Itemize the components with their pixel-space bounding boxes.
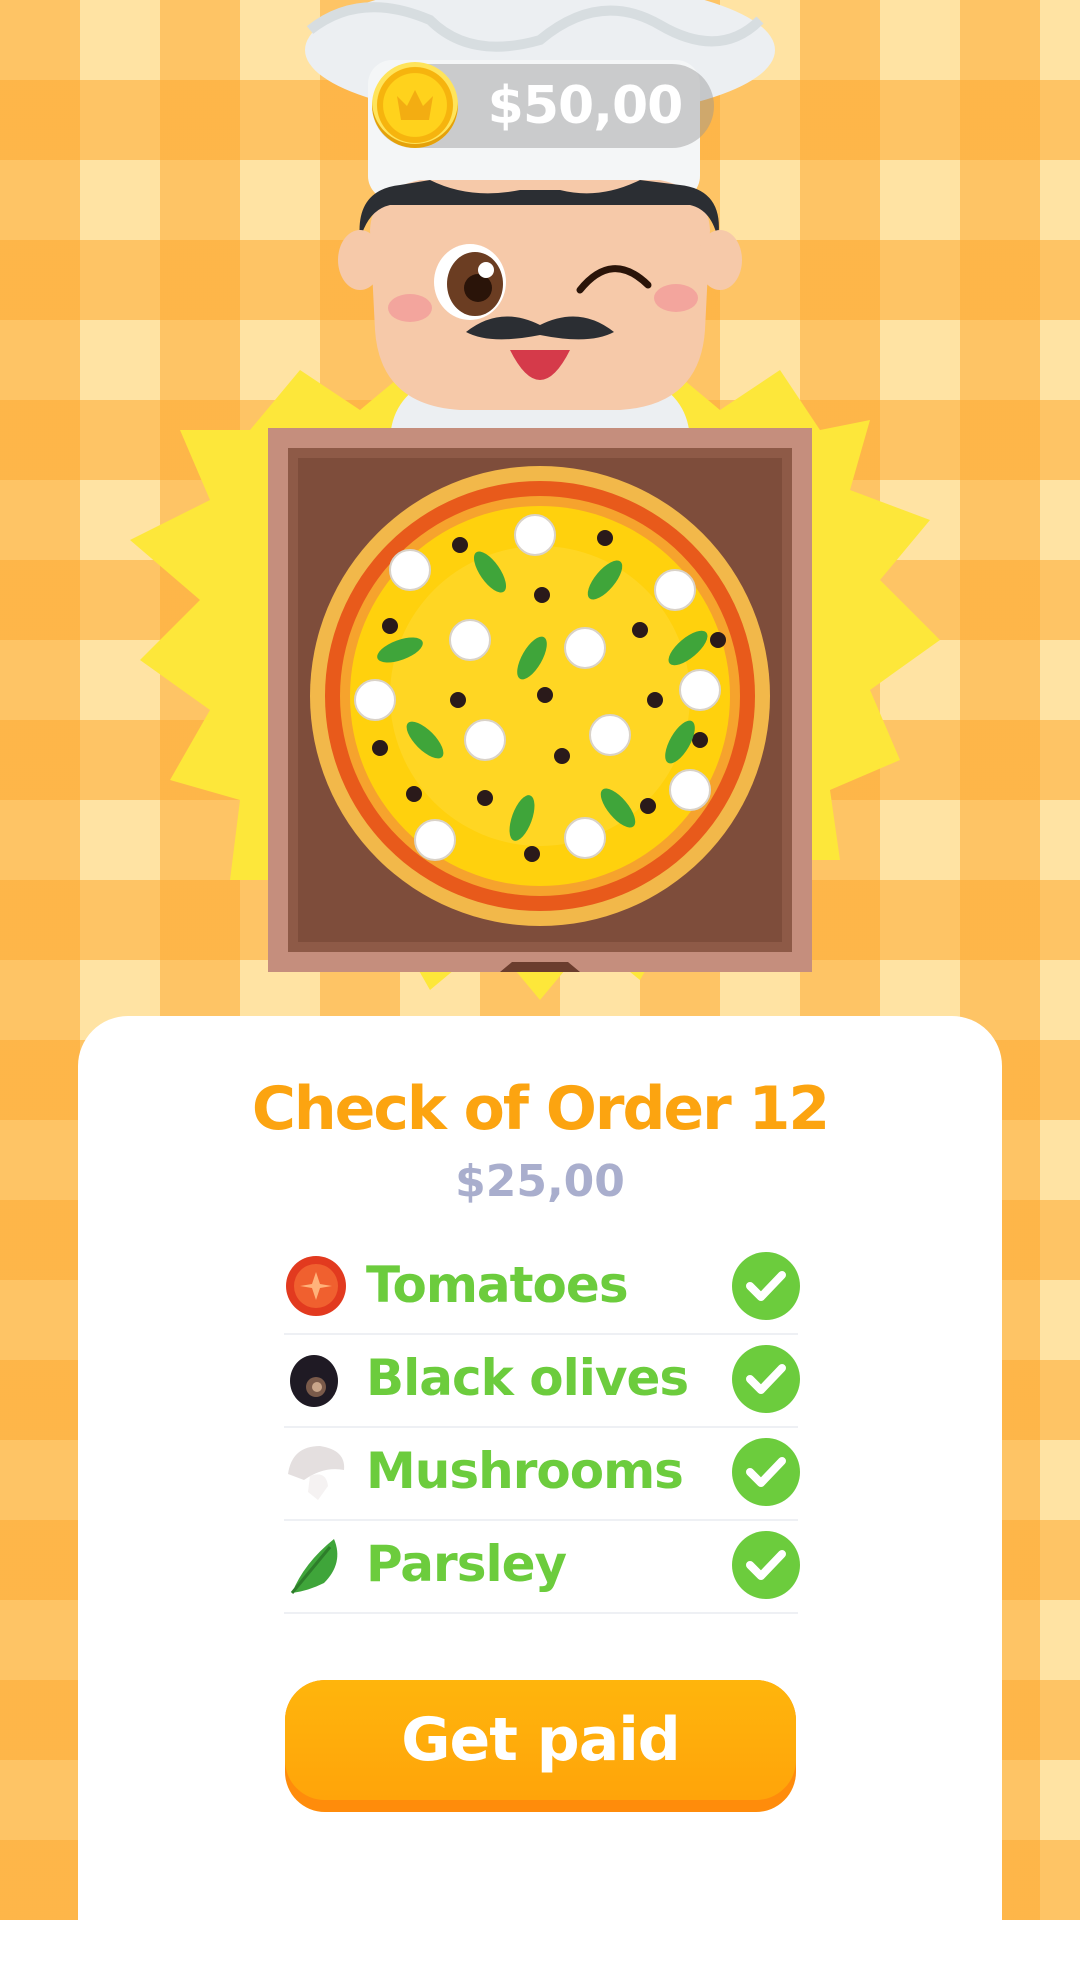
ingredient-label: Parsley — [366, 1535, 567, 1593]
ingredient-row-mushrooms: Mushrooms — [284, 1426, 800, 1521]
ingredient-row-tomatoes: Tomatoes — [284, 1240, 800, 1335]
check-icon — [732, 1345, 800, 1413]
get-paid-button[interactable]: Get paid — [285, 1680, 796, 1812]
game-scene — [130, 0, 940, 1000]
ingredient-label: Black olives — [366, 1349, 689, 1407]
ingredient-row-parsley: Parsley — [284, 1519, 800, 1614]
ingredient-label: Tomatoes — [366, 1256, 629, 1314]
check-icon — [732, 1252, 800, 1320]
tomato-icon — [286, 1256, 346, 1316]
balance-amount: $50,00 — [487, 76, 684, 136]
parsley-icon — [290, 1539, 338, 1594]
check-icon — [732, 1531, 800, 1599]
ingredient-row-black-olives: Black olives — [284, 1333, 800, 1428]
order-price: $25,00 — [455, 1156, 625, 1207]
order-title: Check of Order 12 — [251, 1074, 830, 1144]
get-paid-label: Get paid — [401, 1705, 680, 1775]
chef-face — [338, 180, 742, 410]
mushroom-icon — [288, 1446, 345, 1500]
ingredient-label: Mushrooms — [366, 1442, 684, 1500]
olive-icon — [290, 1355, 338, 1407]
check-icon — [732, 1438, 800, 1506]
coin-icon — [372, 62, 458, 148]
